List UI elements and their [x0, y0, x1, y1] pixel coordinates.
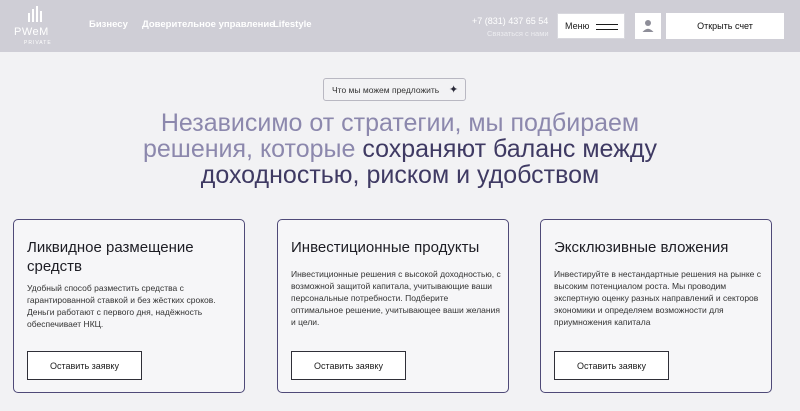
- headline-line-3: доходностью, риском и удобством: [200, 161, 600, 189]
- card-description: Инвестиционные решения с высокой доходно…: [291, 269, 501, 327]
- headline-line-2: решения, которые сохраняют баланс между: [0, 136, 800, 162]
- menu-label: Меню: [565, 21, 590, 31]
- card-investment-products: Инвестиционные продукты Инвестиционные р…: [277, 219, 509, 393]
- logo[interactable]: PWeM PRIVATE: [12, 6, 56, 46]
- phone-link[interactable]: +7 (831) 437 65 54: [472, 16, 548, 26]
- menu-button[interactable]: Меню: [557, 13, 625, 39]
- card-liquid-placement: Ликвидное размещение средств Удобный спо…: [13, 219, 245, 393]
- card-exclusive-investments: Эксклюзивные вложения Инвестируйте в нес…: [540, 219, 772, 393]
- logo-text: PWeM: [14, 26, 49, 38]
- site-header: PWeM PRIVATE Бизнесу Доверительное управ…: [0, 0, 800, 52]
- nav-trust-management[interactable]: Доверительное управление: [142, 19, 274, 30]
- logo-bars-icon: [28, 6, 42, 22]
- open-account-button[interactable]: Открыть счет: [666, 13, 784, 39]
- card-title: Инвестиционные продукты: [291, 239, 480, 256]
- offer-pill-label: Что мы можем предложить: [332, 85, 440, 95]
- submit-request-button[interactable]: Оставить заявку: [27, 351, 142, 380]
- offer-pill: Что мы можем предложить ✦: [323, 78, 466, 101]
- card-title: Ликвидное размещение средств: [27, 239, 194, 275]
- card-description: Инвестируйте в нестандартные решения на …: [554, 269, 762, 327]
- card-title: Эксклюзивные вложения: [554, 239, 729, 256]
- user-button[interactable]: [635, 13, 661, 39]
- submit-request-button[interactable]: Оставить заявку: [291, 351, 406, 380]
- hamburger-icon: [596, 24, 618, 30]
- submit-request-button[interactable]: Оставить заявку: [554, 351, 669, 380]
- hero-headline: Независимо от стратегии, мы подбираем ре…: [0, 110, 800, 188]
- logo-subtext: PRIVATE: [24, 40, 52, 46]
- headline-line-2-light: решения, которые: [142, 135, 363, 163]
- headline-line-2-strong: сохраняют баланс между: [362, 135, 657, 163]
- card-description: Удобный способ разместить средства с гар…: [27, 283, 216, 329]
- headline-line-1: Независимо от стратегии, мы подбираем: [160, 109, 640, 137]
- callback-link[interactable]: Связаться с нами: [487, 29, 549, 38]
- sparkle-icon: ✦: [449, 84, 459, 96]
- user-icon: [642, 20, 654, 32]
- nav-business[interactable]: Бизнесу: [89, 19, 128, 30]
- nav-lifestyle[interactable]: Lifestyle: [273, 19, 312, 30]
